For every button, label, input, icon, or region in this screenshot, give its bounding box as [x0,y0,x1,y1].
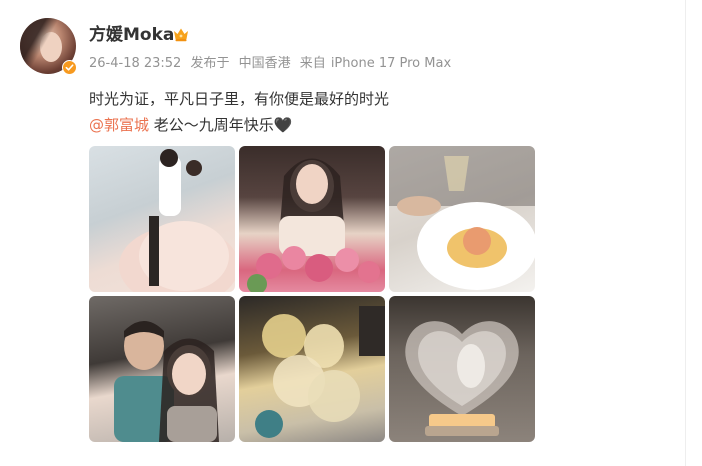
photo-wedding[interactable] [89,146,235,292]
weibo-post-card: 方媛Moka 26-4-18 23:52 发布于 中国香港 来自 iPhone 1… [0,0,702,466]
right-divider [685,0,686,466]
published-label: 发布于 [190,56,230,71]
post-text-line2: @郭富城 老公～九周年快乐🖤 [89,112,292,138]
post-location: 中国香港 [238,56,291,71]
verified-badge-icon [62,60,77,75]
photo-dessert[interactable] [389,146,535,292]
wedding-illustration [119,149,235,292]
post-text-rest: 老公～九周年快乐🖤 [149,116,293,134]
dessert-illustration [389,146,535,290]
image-grid [89,146,535,442]
photo-flowers[interactable] [239,146,385,292]
photo-toast[interactable] [239,296,385,442]
flowers-illustration [247,158,380,292]
crown-icon[interactable] [173,27,189,42]
author-avatar[interactable] [20,18,77,75]
post-meta: 26-4-18 23:52 发布于 中国香港 来自 iPhone 17 Pro M… [89,55,456,73]
photo-crystal-heart[interactable] [389,296,535,442]
photo-selfie[interactable] [89,296,235,442]
selfie-illustration [114,321,219,442]
toast-illustration [255,306,385,438]
check-icon [65,64,74,71]
post-time[interactable]: 26-4-18 23:52 [89,56,181,71]
crystal-heart-illustration [405,321,519,436]
mention-link[interactable]: @郭富城 [89,116,149,134]
source-prefix: 来自 [299,56,326,71]
author-name[interactable]: 方媛Moka [89,23,174,47]
post-text-line1: 时光为证，平凡日子里，有你便是最好的时光 [89,90,390,108]
source-device[interactable]: iPhone 17 Pro Max [331,56,451,71]
